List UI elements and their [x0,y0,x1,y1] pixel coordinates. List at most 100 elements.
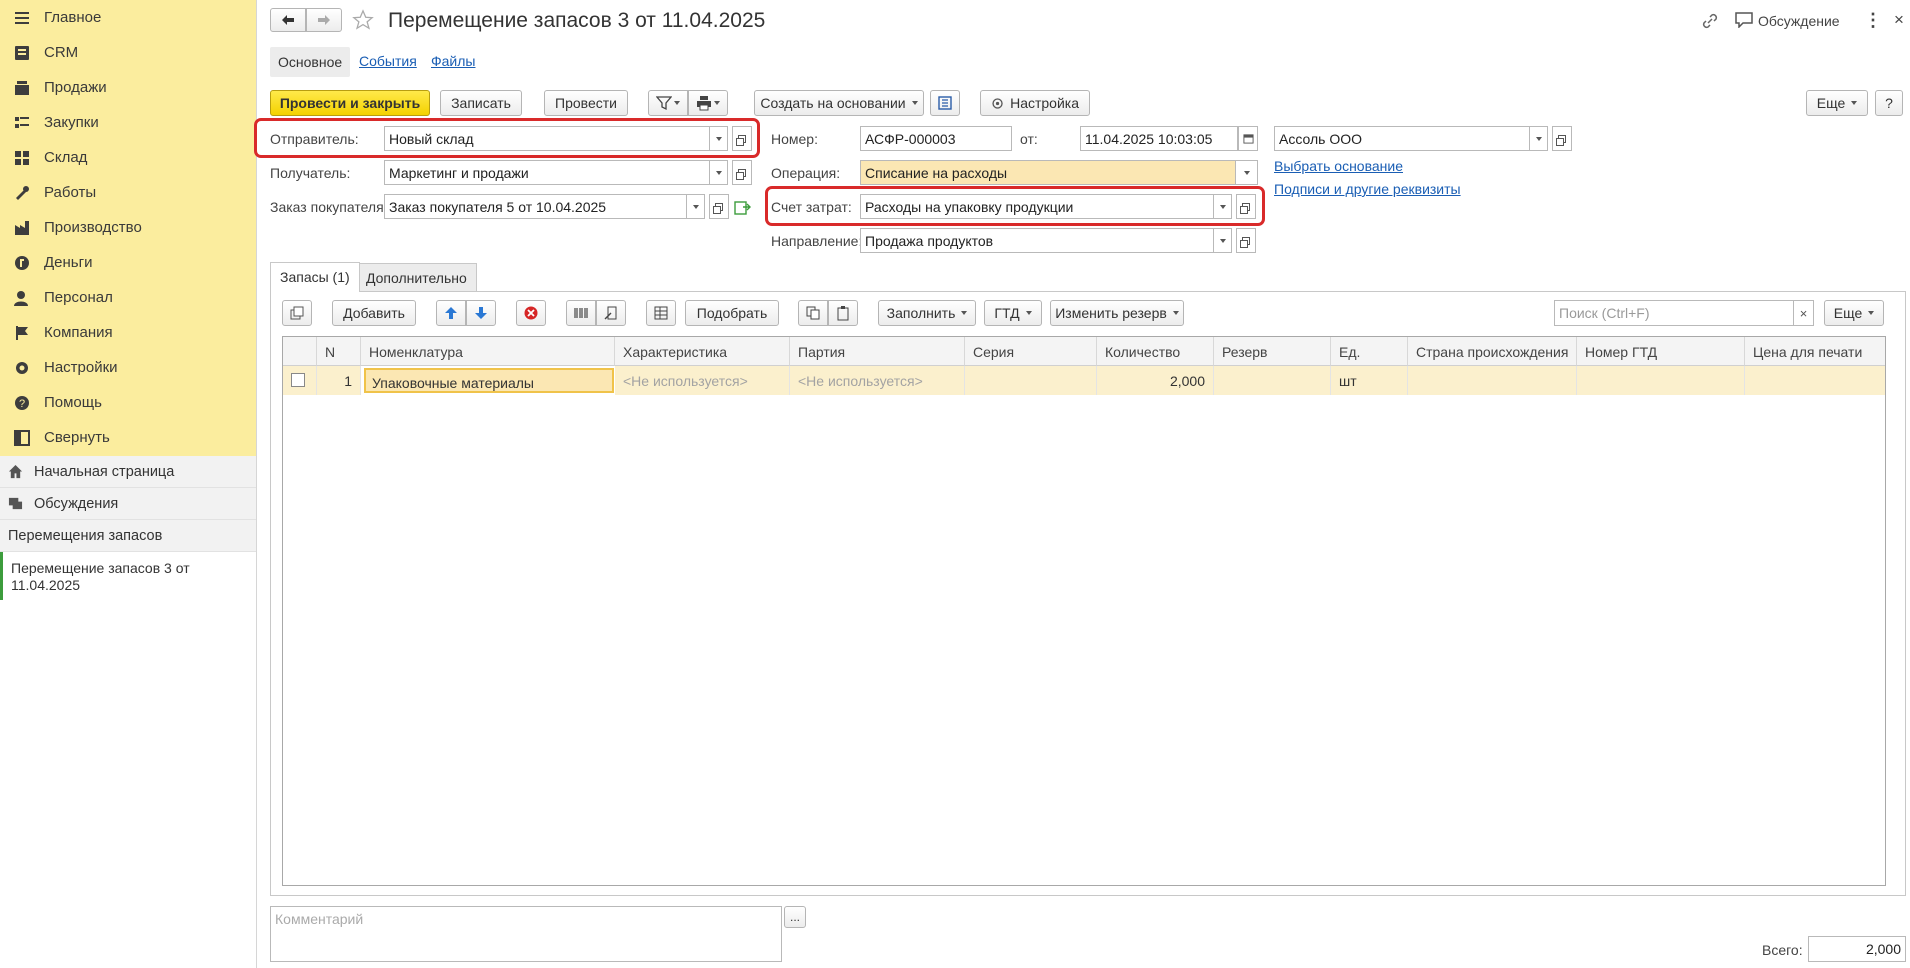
operation-field[interactable]: Списание на расходы [860,160,1236,185]
menu-item-production[interactable]: Производство [0,210,256,245]
column-header-reserve[interactable]: Резерв [1214,337,1331,366]
menu-item-main[interactable]: Главное [0,0,256,35]
signatures-link[interactable]: Подписи и другие реквизиты [1274,181,1461,197]
tab-events[interactable]: События [359,53,417,69]
menu-item-sales[interactable]: Продажи [0,70,256,105]
recipient-dropdown[interactable] [710,160,728,185]
menu-item-help[interactable]: ? Помощь [0,385,256,420]
column-header-gtd[interactable]: Номер ГТД [1577,337,1745,366]
direction-field[interactable]: Продажа продуктов [860,228,1214,253]
column-header-item[interactable]: Номенклатура [361,337,615,366]
menu-item-purchases[interactable]: Закупки [0,105,256,140]
row-checkbox[interactable] [291,373,305,387]
excel-import-button[interactable] [646,300,676,326]
customer-order-open-button[interactable] [709,194,729,219]
column-header-country[interactable]: Страна происхождения [1408,337,1577,366]
move-up-button[interactable] [436,300,466,326]
forward-button[interactable] [306,8,342,32]
menu-item-company[interactable]: Компания [0,315,256,350]
menu-item-works[interactable]: Работы [0,175,256,210]
organization-field[interactable]: Ассоль ООО [1274,126,1530,151]
back-button[interactable] [270,8,306,32]
operation-dropdown[interactable] [1236,160,1258,185]
customer-order-dropdown[interactable] [687,194,705,219]
cell-country[interactable] [1408,366,1577,395]
nav-section[interactable]: Перемещения запасов [0,520,256,552]
direction-open-button[interactable] [1236,228,1256,253]
pick-items-button[interactable]: Подобрать [685,300,779,326]
tab-main[interactable]: Основное [270,47,351,77]
calendar-button[interactable] [1238,126,1258,151]
choose-basis-link[interactable]: Выбрать основание [1274,158,1403,174]
discussion-button[interactable]: Обсуждение [1758,13,1840,29]
paste-button[interactable] [828,300,858,326]
close-icon[interactable]: × [1894,10,1904,30]
nav-current-document[interactable]: Перемещение запасов 3 от 11.04.2025 [0,552,256,600]
customer-order-field[interactable]: Заказ покупателя 5 от 10.04.2025 [384,194,687,219]
print-dropdown-button[interactable] [688,90,728,116]
column-header-price[interactable]: Цена для печати [1745,337,1885,366]
copy-rows-button[interactable] [282,300,312,326]
scan-button[interactable] [596,300,626,326]
nav-home[interactable]: Начальная страница [0,456,256,488]
comment-expand-button[interactable]: ... [784,906,806,928]
tab-additional[interactable]: Дополнительно [356,263,477,291]
barcode-button[interactable] [566,300,596,326]
column-header-unit[interactable]: Ед. [1331,337,1408,366]
column-header-quantity[interactable]: Количество [1097,337,1214,366]
number-field[interactable]: АСФР-000003 [860,126,1012,151]
recipient-field[interactable]: Маркетинг и продажи [384,160,710,185]
cell-batch[interactable]: <Не используется> [790,366,965,395]
menu-item-money[interactable]: Деньги [0,245,256,280]
gtd-button[interactable]: ГТД [984,300,1042,326]
more-vertical-icon[interactable]: ⋮ [1864,10,1882,31]
delete-row-button[interactable] [516,300,546,326]
menu-item-staff[interactable]: Персонал [0,280,256,315]
tab-files[interactable]: Файлы [431,53,475,69]
cell-gtd[interactable] [1577,366,1745,395]
add-row-button[interactable]: Добавить [332,300,416,326]
organization-open-button[interactable] [1552,126,1572,151]
menu-item-settings[interactable]: Настройки [0,350,256,385]
create-based-on-button[interactable]: Создать на основании [754,90,924,116]
save-button[interactable]: Записать [440,90,522,116]
move-down-button[interactable] [466,300,496,326]
search-input[interactable]: Поиск (Ctrl+F) [1554,300,1794,326]
column-header-batch[interactable]: Партия [790,337,965,366]
direction-dropdown[interactable] [1214,228,1232,253]
nav-discussions[interactable]: Обсуждения [0,488,256,520]
column-header-n[interactable]: N [317,337,361,366]
settings-button[interactable]: Настройка [980,90,1090,116]
organization-dropdown[interactable] [1530,126,1548,151]
cell-unit[interactable]: шт [1331,366,1408,395]
star-icon[interactable] [352,9,374,31]
tab-inventory[interactable]: Запасы (1) [270,262,360,292]
cell-item[interactable]: Упаковочные материалы [364,368,614,393]
column-header-characteristic[interactable]: Характеристика [615,337,790,366]
column-header-series[interactable]: Серия [965,337,1097,366]
change-reserve-button[interactable]: Изменить резерв [1050,300,1184,326]
structure-button[interactable] [930,90,960,116]
copy-button[interactable] [798,300,828,326]
cell-quantity[interactable]: 2,000 [1097,366,1214,395]
search-clear-icon[interactable]: × [1794,300,1814,326]
table-more-button[interactable]: Еще [1824,300,1884,326]
menu-item-collapse[interactable]: Свернуть [0,420,256,455]
fill-button[interactable]: Заполнить [878,300,976,326]
cell-price[interactable] [1745,366,1885,395]
post-button[interactable]: Провести [544,90,628,116]
cell-series[interactable] [965,366,1097,395]
help-button[interactable]: ? [1875,90,1903,116]
menu-item-crm[interactable]: CRM [0,35,256,70]
date-field[interactable]: 11.04.2025 10:03:05 [1080,126,1238,151]
recipient-open-button[interactable] [732,160,752,185]
menu-item-warehouse[interactable]: Склад [0,140,256,175]
comment-field[interactable]: Комментарий [270,906,782,962]
order-fill-icon[interactable] [734,199,751,216]
cell-characteristic[interactable]: <Не используется> [615,366,790,395]
filter-dropdown-button[interactable] [648,90,688,116]
post-and-close-button[interactable]: Провести и закрыть [270,90,430,116]
more-button[interactable]: Еще [1806,90,1868,116]
cell-reserve[interactable] [1214,366,1331,395]
link-icon[interactable] [1701,12,1719,30]
